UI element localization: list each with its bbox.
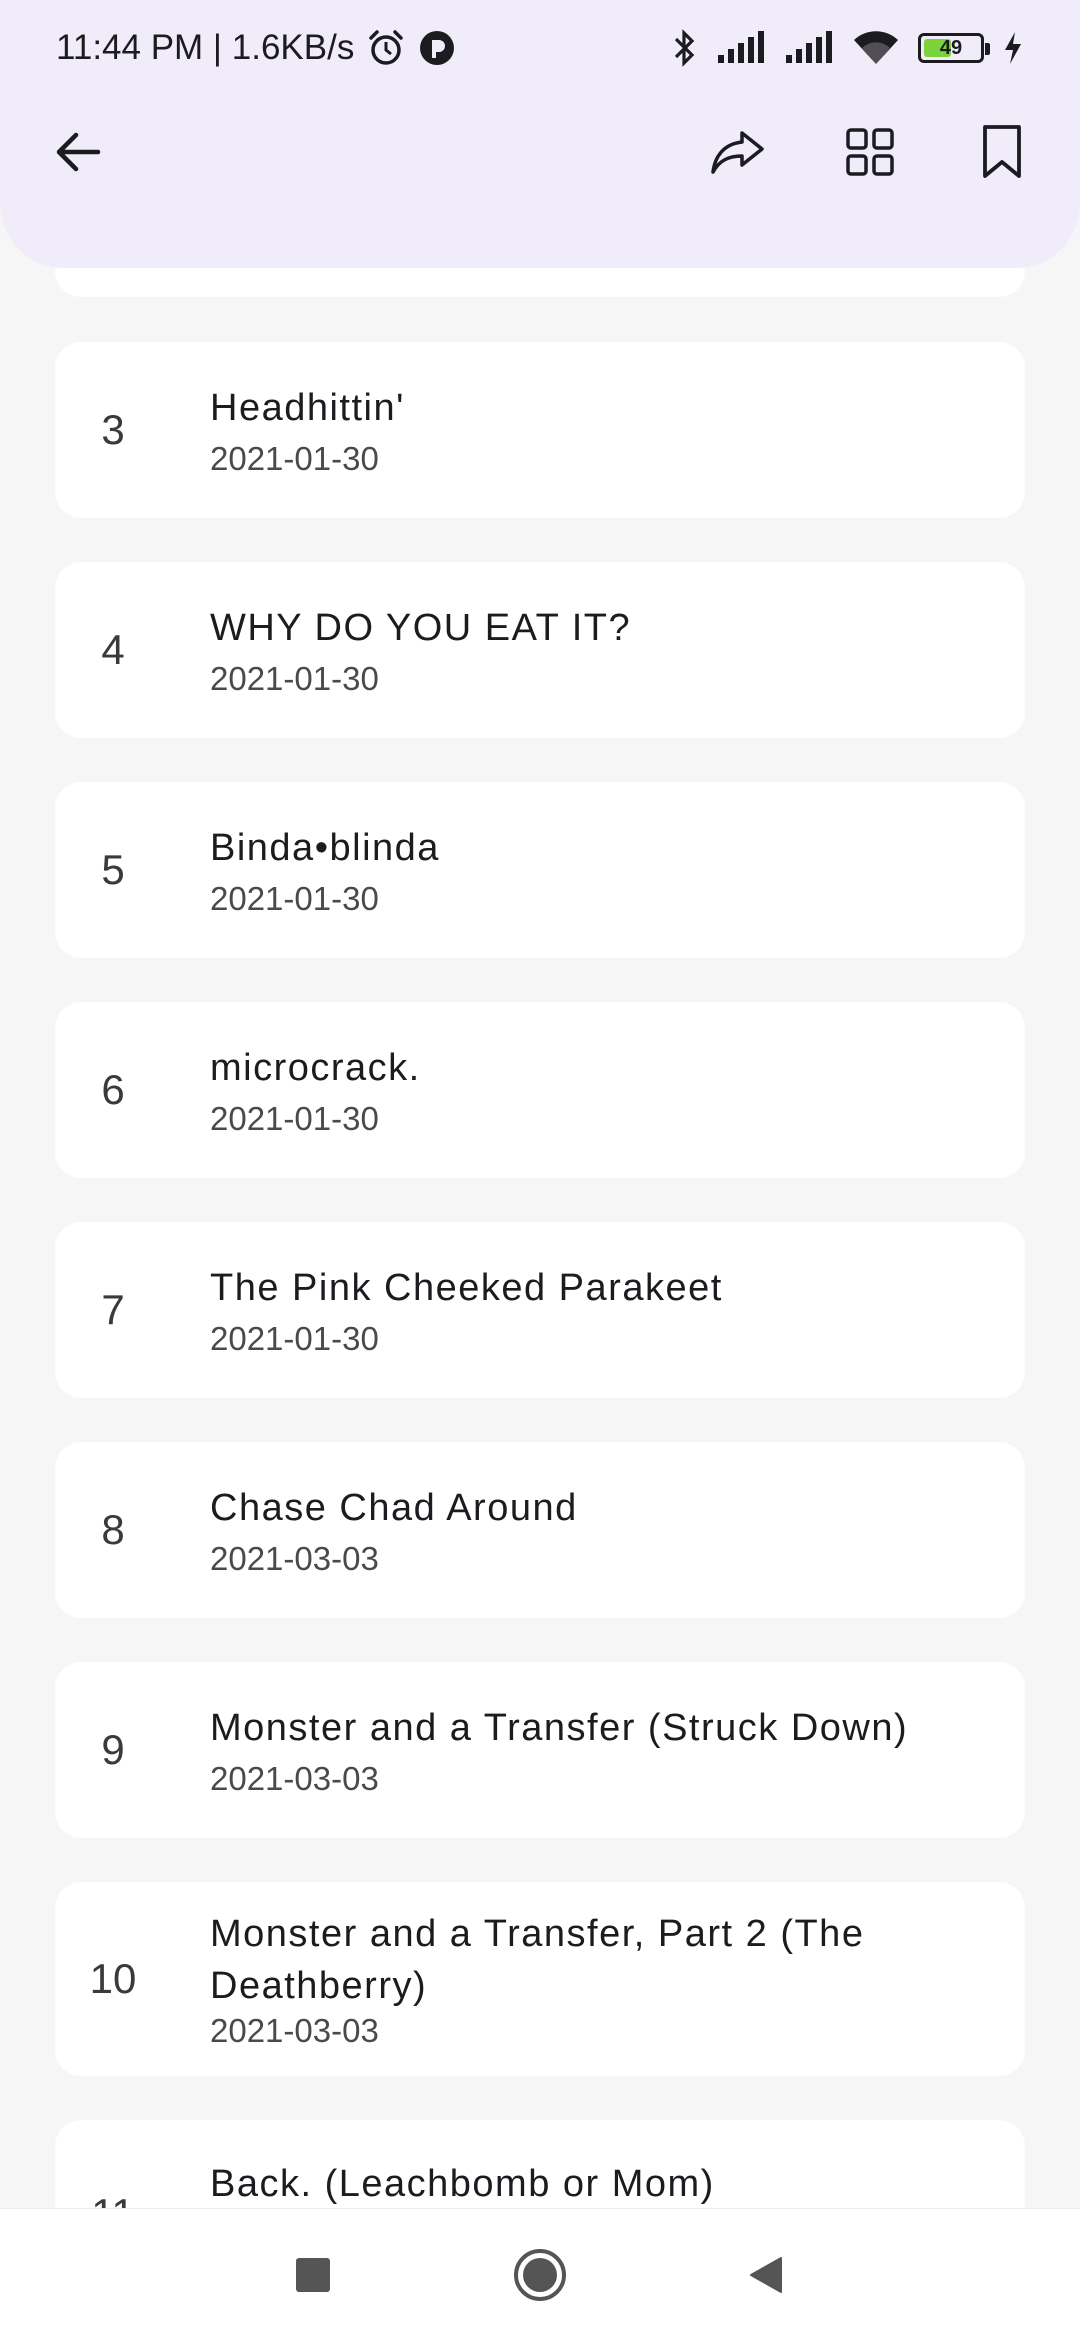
list-item[interactable]: 3 Headhittin' 2021-01-30 [55,342,1025,518]
grid-icon [846,128,894,176]
episode-date: 2021-01-30 [210,880,379,917]
episode-date: 2021-01-30 [210,1100,379,1137]
triangle-back-icon [749,2256,782,2293]
episode-number: 10 [89,1955,137,2002]
signal-icon [716,31,766,65]
recents-button[interactable] [273,2235,353,2315]
bookmark-button[interactable] [960,110,1044,194]
episode-number: 3 [101,406,125,453]
list-item[interactable]: 11 Back. (Leachbomb or Mom) [55,2120,1025,2208]
episode-date: 2021-03-03 [210,1540,379,1577]
episode-number: 6 [101,1066,125,1113]
list-item[interactable]: 8 Chase Chad Around 2021-03-03 [55,1442,1025,1618]
episode-number: 4 [101,626,125,673]
toolbar [0,100,1080,204]
episode-title: Monster and a Transfer (Struck Down) [210,1707,909,1749]
episode-title: Back. (Leachbomb or Mom) [210,2163,715,2205]
bookmark-icon [983,125,1021,178]
episode-title: Chase Chad Around [210,1487,578,1529]
home-button[interactable] [500,2235,580,2315]
episode-date: 2021-01-30 [210,440,379,477]
wifi-icon [852,30,900,66]
top-app-bar: 11:44 PM | 1.6KB/s 49 [0,0,1080,268]
episode-date: 2021-03-03 [210,1760,379,1797]
list-item[interactable]: 10 Monster and a Transfer, Part 2 (The D… [55,1882,1025,2076]
episode-title: microcrack. [210,1047,421,1089]
back-button[interactable] [36,110,120,194]
episode-list[interactable]: 3 Headhittin' 2021-01-30 4 WHY DO YOU EA… [55,0,1025,2208]
episode-title: Headhittin' [210,387,405,429]
share-button[interactable] [696,110,780,194]
nav-back-button[interactable] [727,2235,807,2315]
square-icon [296,2257,331,2292]
episode-number: 8 [101,1506,125,1553]
system-nav-bar [0,2208,1080,2340]
signal-icon [784,31,834,65]
grid-view-button[interactable] [828,110,912,194]
list-item[interactable]: 4 WHY DO YOU EAT IT? 2021-01-30 [55,562,1025,738]
arrow-left-icon [56,132,101,172]
list-item[interactable]: 7 The Pink Cheeked Parakeet 2021-01-30 [55,1222,1025,1398]
episode-number: 7 [101,1286,125,1333]
app-notification-icon [418,29,456,67]
share-icon [711,131,764,174]
charging-icon [1002,31,1024,65]
episode-title: Monster and a Transfer, Part 2 (The Deat… [210,1913,865,2007]
alarm-icon [366,28,406,68]
battery-icon: 49 [918,33,990,63]
episode-number: 9 [101,1726,125,1773]
episode-title: Binda•blinda [210,827,440,869]
status-bar: 11:44 PM | 1.6KB/s 49 [0,0,1080,96]
battery-level: 49 [939,36,963,59]
episode-date: 2021-03-03 [210,2012,379,2049]
circle-icon [513,2248,566,2301]
list-item[interactable]: 5 Binda•blinda 2021-01-30 [55,782,1025,958]
bluetooth-icon [672,28,698,68]
episode-date: 2021-01-30 [210,660,379,697]
episode-number: 11 [55,2190,171,2208]
episode-number: 5 [101,846,125,893]
status-time-speed: 11:44 PM | 1.6KB/s [56,28,355,67]
list-item[interactable]: 9 Monster and a Transfer (Struck Down) 2… [55,1662,1025,1838]
list-item[interactable]: 6 microcrack. 2021-01-30 [55,1002,1025,1178]
episode-title: WHY DO YOU EAT IT? [210,607,632,649]
episode-date: 2021-01-30 [210,1320,379,1357]
episode-title: The Pink Cheeked Parakeet [210,1267,723,1309]
